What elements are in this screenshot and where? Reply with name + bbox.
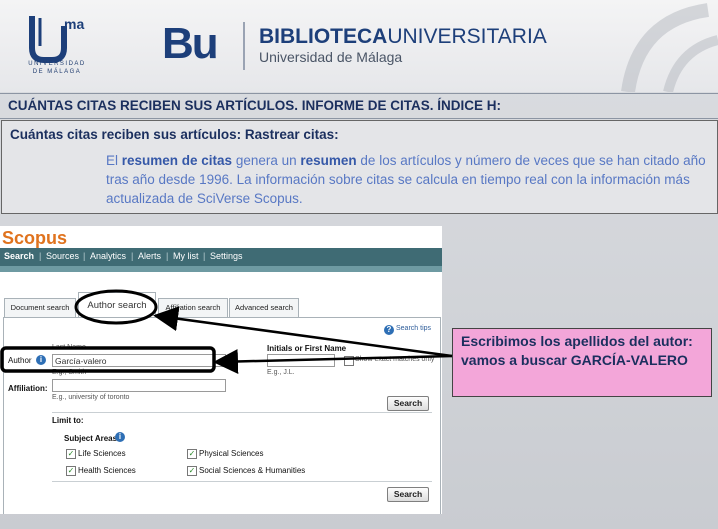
author-field-highlight — [0, 346, 216, 373]
arrow-to-tab — [153, 306, 453, 358]
annotation-overlay — [0, 289, 453, 374]
arrow-to-field — [213, 348, 453, 374]
author-tab-highlight — [74, 289, 158, 325]
